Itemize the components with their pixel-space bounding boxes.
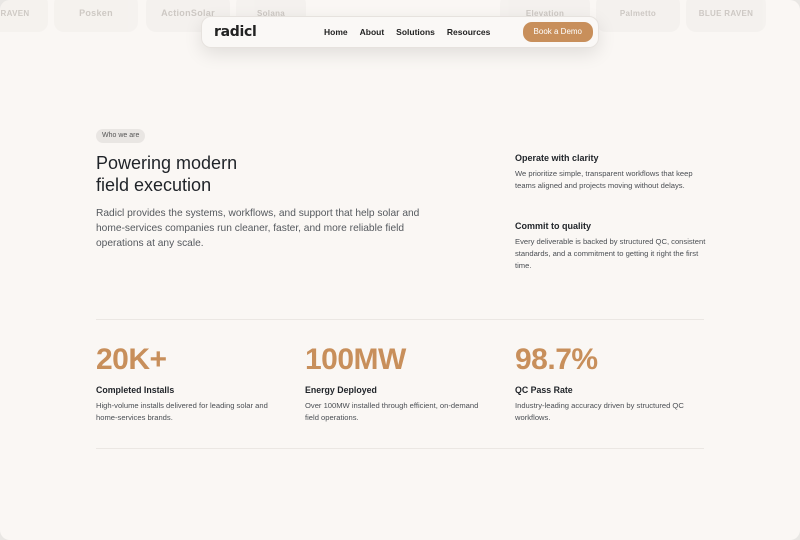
stat-qc-pass-rate: 98.7% QC Pass Rate Industry-leading accu… (515, 342, 705, 424)
section-divider (96, 319, 704, 320)
top-navbar: radicl Home About Solutions Resources Bo… (201, 16, 599, 48)
brand-logo[interactable]: radicl (214, 24, 324, 40)
feature-title: Commit to quality (515, 221, 591, 231)
nav-link-solutions[interactable]: Solutions (396, 27, 435, 37)
nav-link-resources[interactable]: Resources (447, 27, 490, 37)
partner-logo: BLUE RAVEN (686, 0, 766, 32)
nav-link-home[interactable]: Home (324, 27, 348, 37)
stat-energy-deployed: 100MW Energy Deployed Over 100MW install… (305, 342, 495, 424)
nav-link-about[interactable]: About (360, 27, 385, 37)
stat-completed-installs: 20K+ Completed Installs High-volume inst… (96, 342, 286, 424)
section-eyebrow-badge: Who we are (96, 129, 146, 143)
stat-label: QC Pass Rate (515, 385, 573, 395)
feature-title: Operate with clarity (515, 153, 599, 163)
section-lead-paragraph: Radicl provides the systems, workflows, … (96, 208, 420, 249)
feature-commit-to-quality: Commit to quality Every deliverable is b… (515, 221, 715, 273)
stat-label: Energy Deployed (305, 385, 377, 395)
stat-description: Over 100MW installed through efficient, … (305, 401, 479, 422)
feature-operate-with-clarity: Operate with clarity We prioritize simpl… (515, 153, 715, 192)
stat-description: Industry-leading accuracy driven by stru… (515, 401, 684, 422)
headline-line-2: field execution (96, 175, 212, 195)
feature-text: Every deliverable is backed by structure… (515, 237, 706, 271)
partner-logo: Palmetto (596, 0, 680, 32)
stat-description: High-volume installs delivered for leadi… (96, 401, 268, 422)
headline-line-1: Powering modern (96, 153, 238, 173)
stat-label: Completed Installs (96, 385, 175, 395)
partner-logo: Posken (54, 0, 138, 32)
book-demo-button[interactable]: Book a Demo (522, 22, 593, 42)
stat-value: 100MW (305, 343, 406, 376)
nav-links: Home About Solutions Resources (324, 27, 523, 37)
section-headline: Powering modern field execution (96, 152, 356, 196)
feature-text: We prioritize simple, transparent workfl… (515, 169, 693, 191)
stat-value: 20K+ (96, 343, 167, 376)
section-divider (96, 448, 704, 449)
stat-value: 98.7% (515, 343, 598, 376)
page: RAVEN Posken ActionSolar Solana Elevatio… (0, 0, 800, 540)
partner-logo: RAVEN (0, 0, 48, 32)
